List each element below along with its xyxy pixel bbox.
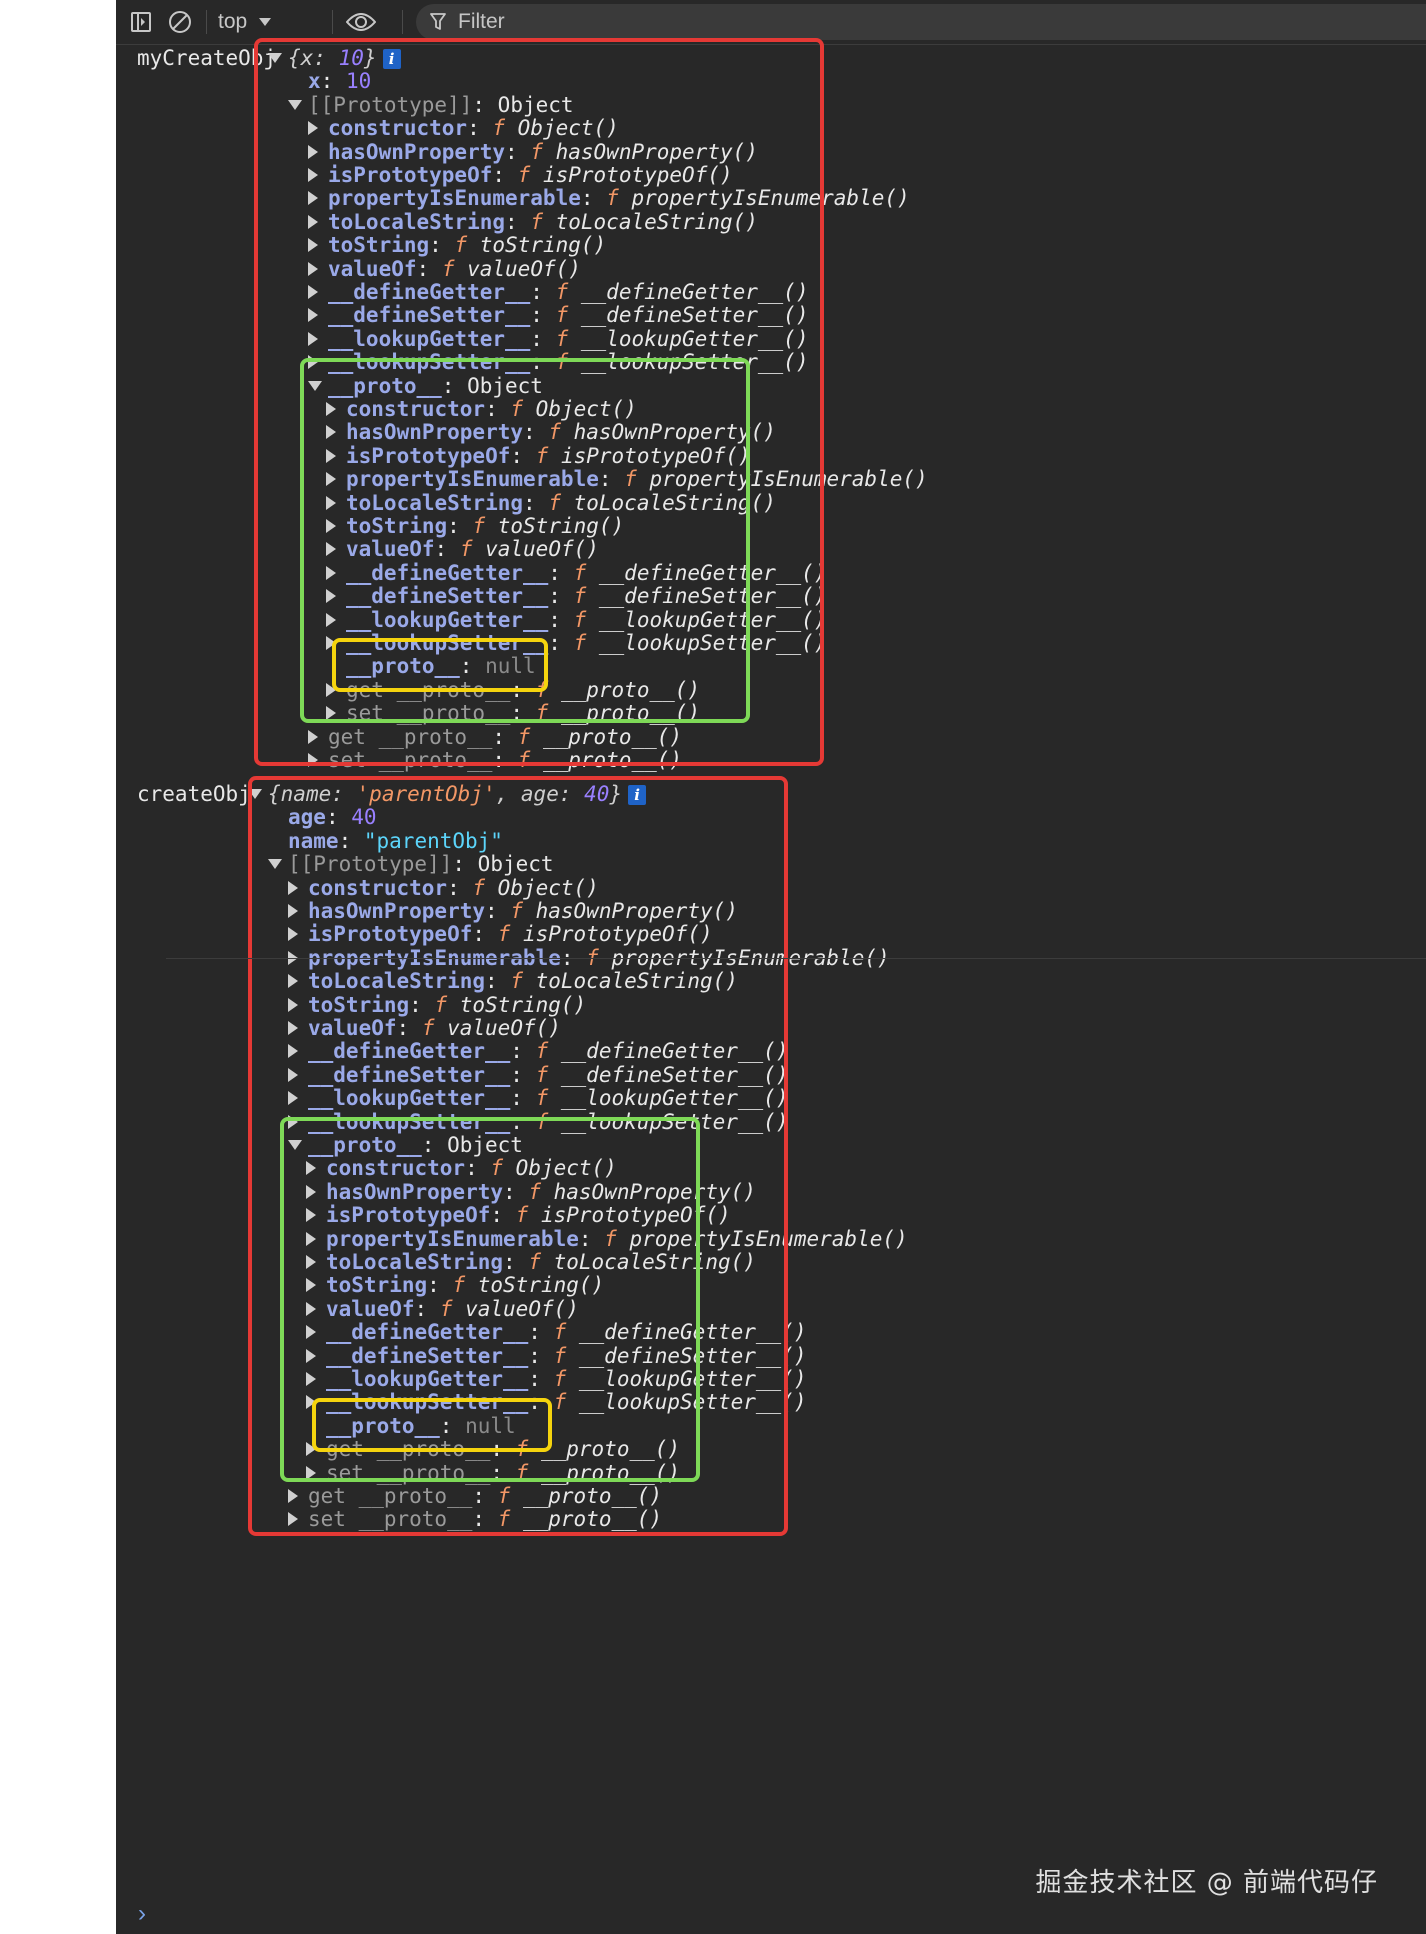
watermark-text: 掘金技术社区 @ 前端代码仔 bbox=[1035, 1868, 1378, 1898]
chevron-down-icon bbox=[259, 17, 272, 27]
filter-input[interactable]: Filter bbox=[416, 4, 1426, 40]
clear-console-icon[interactable] bbox=[168, 0, 192, 44]
toolbar-divider bbox=[206, 10, 207, 34]
log-entry-label: createObj bbox=[137, 782, 251, 806]
filter-placeholder: Filter bbox=[458, 10, 505, 33]
console-prompt-icon[interactable]: › bbox=[138, 1900, 146, 1928]
sidebar-toggle-icon[interactable] bbox=[130, 0, 152, 44]
highlight-box-null-proto bbox=[312, 1397, 552, 1452]
toolbar-divider bbox=[332, 10, 333, 34]
filter-funnel-icon bbox=[430, 13, 446, 31]
page-margin bbox=[0, 0, 116, 1934]
message-divider bbox=[166, 958, 1426, 959]
devtools-console: top Filter myCreateObj {x: 10} i x: 10 [[Pro… bbox=[116, 0, 1426, 1934]
highlight-box-null-proto bbox=[332, 638, 548, 693]
toolbar-divider bbox=[402, 10, 403, 34]
context-label: top bbox=[218, 10, 248, 33]
